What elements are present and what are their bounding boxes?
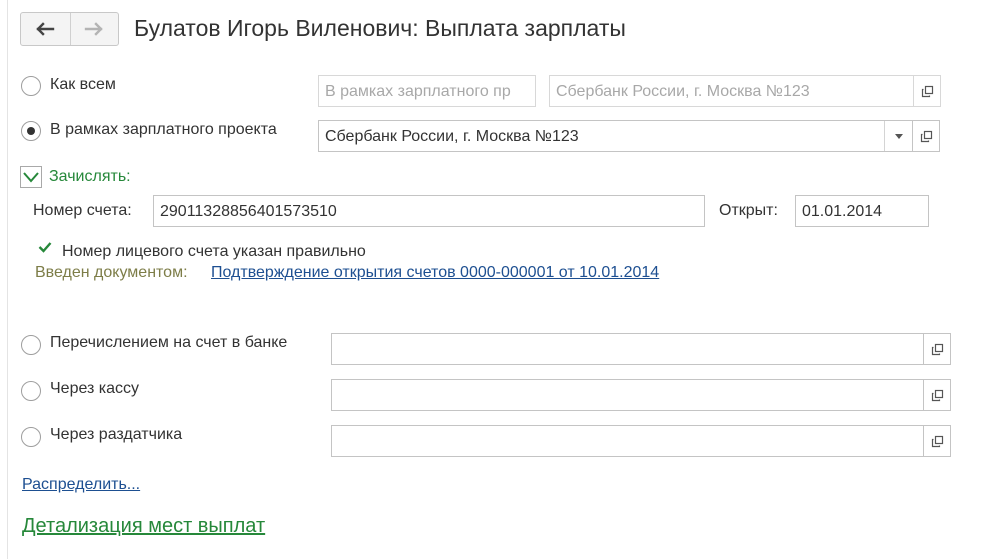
validation-check-icon: [38, 242, 52, 253]
confirmation-document-link[interactable]: Подтверждение открытия счетов 0000-00000…: [211, 263, 659, 283]
cash-desk-field[interactable]: [331, 379, 924, 411]
checkmark-icon: [23, 172, 39, 183]
as-all-bank-field: Сбербанк России, г. Москва №123: [549, 75, 914, 107]
entered-by-document-label: Введен документом:: [35, 264, 188, 281]
arrow-right-icon: [85, 22, 103, 36]
open-form-icon: [931, 435, 943, 447]
account-number-input[interactable]: 29011328856401573510: [153, 195, 705, 227]
bank-transfer-open-button[interactable]: [923, 333, 951, 365]
page-title: Булатов Игорь Виленович: Выплата зарплат…: [134, 15, 626, 41]
salary-project-open-button[interactable]: [912, 120, 940, 152]
accrue-checkbox[interactable]: [20, 166, 42, 188]
salary-project-field[interactable]: Сбербанк России, г. Москва №123: [318, 120, 913, 152]
as-all-project-value: В рамках зарплатного пр: [325, 83, 511, 100]
radio-bank-transfer[interactable]: [21, 335, 41, 355]
bank-transfer-field[interactable]: [331, 333, 924, 365]
distributor-open-button[interactable]: [923, 425, 951, 457]
radio-cash-desk-label: Через кассу: [50, 380, 140, 397]
back-button[interactable]: [21, 13, 70, 45]
as-all-bank-value: Сбербанк России, г. Москва №123: [556, 83, 810, 100]
open-form-icon: [920, 130, 932, 142]
distribute-link[interactable]: Распределить...: [22, 475, 140, 495]
opened-date-input[interactable]: 01.01.2014: [795, 195, 929, 227]
opened-date-label: Открыт:: [719, 202, 778, 219]
as-all-project-field: В рамках зарплатного пр: [318, 75, 536, 107]
arrow-left-icon: [36, 22, 55, 36]
radio-as-all-label: Как всем: [50, 76, 116, 93]
salary-project-value: Сбербанк России, г. Москва №123: [325, 128, 579, 145]
validation-message: Номер лицевого счета указан правильно: [62, 243, 366, 260]
payment-places-details-link[interactable]: Детализация мест выплат: [22, 514, 265, 538]
radio-cash-desk[interactable]: [21, 381, 41, 401]
accrue-label: Зачислять:: [49, 168, 131, 185]
open-form-icon: [921, 85, 933, 97]
left-border: [7, 0, 8, 559]
dropdown-arrow-icon: [894, 133, 903, 139]
open-form-icon: [931, 389, 943, 401]
radio-salary-project[interactable]: [21, 121, 41, 141]
radio-distributor[interactable]: [21, 427, 41, 447]
radio-distributor-label: Через раздатчика: [50, 426, 183, 443]
cash-desk-open-button[interactable]: [923, 379, 951, 411]
as-all-open-button[interactable]: [913, 75, 941, 107]
navigation-buttons: [20, 12, 119, 46]
open-form-icon: [931, 343, 943, 355]
account-number-label: Номер счета:: [33, 202, 132, 219]
distributor-field[interactable]: [331, 425, 924, 457]
radio-salary-project-label: В рамках зарплатного проекта: [50, 121, 277, 138]
forward-button[interactable]: [69, 13, 119, 45]
opened-date-value: 01.01.2014: [802, 203, 883, 220]
radio-as-all[interactable]: [21, 76, 41, 96]
radio-bank-transfer-label: Перечислением на счет в банке: [50, 334, 288, 351]
salary-project-dropdown-button[interactable]: [884, 121, 912, 151]
account-number-value: 29011328856401573510: [160, 203, 337, 220]
